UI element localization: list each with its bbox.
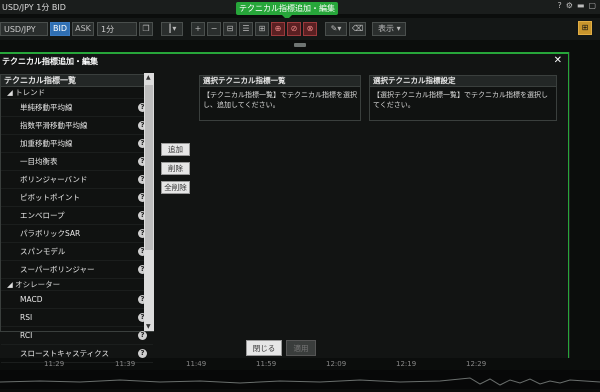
eraser-icon[interactable]: ⌫ — [349, 22, 367, 36]
indicator-label: MACD — [20, 295, 43, 304]
indicator-settings-panel: 選択テクニカル指標設定 【選択テクニカル指標一覧】でテクニカル指標を選択してくだ… — [369, 75, 557, 121]
list-icon[interactable]: ☰ — [239, 22, 253, 36]
close-dialog-button[interactable]: 閉じる — [246, 340, 282, 356]
indicator-label: 一目均衡表 — [20, 157, 58, 166]
scroll-down-icon[interactable]: ▼ — [146, 323, 151, 330]
time-tick: 12:19 — [396, 360, 417, 368]
tooltip: テクニカル指標追加・編集 — [236, 2, 338, 20]
indicator-label: スパンモデル — [20, 247, 66, 256]
indicator-list-panel: テクニカル指標一覧 ◢ トレンド 単純移動平均線? 指数平滑移動平均線? 加重移動平均… — [0, 73, 154, 363]
indicator-label: ボリンジャーバンド — [20, 175, 88, 184]
technical-dialog: テクニカル指標追加・編集 ✕ テクニカル指標一覧 ◢ トレンド 単純移動平均線? 指… — [0, 52, 569, 363]
chart-toolbar: USD/JPY BID ASK 1分 ❐ ┃▾ + − ⊟ ☰ ⊞ ⊕ ⊘ ⊗ … — [0, 18, 600, 40]
maximize-icon[interactable]: ▢ — [588, 1, 596, 10]
indicator-item[interactable]: エンベロープ? — [1, 207, 153, 225]
help-icon[interactable]: ? — [138, 349, 147, 358]
period-select[interactable]: 1分 — [97, 22, 137, 36]
copy-icon[interactable]: ❐ — [139, 22, 153, 36]
splitter-handle[interactable] — [294, 43, 306, 47]
minimize-icon[interactable]: ▬ — [577, 1, 585, 10]
price-axis — [569, 52, 600, 358]
list-scrollbar[interactable]: ▲ ▼ — [144, 73, 154, 331]
time-tick: 11:49 — [186, 360, 207, 368]
time-tick: 12:29 — [466, 360, 487, 368]
time-tick: 11:39 — [115, 360, 136, 368]
indicator-label: スーパーボリンジャー — [20, 265, 95, 274]
selected-indicator-panel: 選択テクニカル指標一覧 【テクニカル指標一覧】でテクニカル指標を選択し、追加して… — [199, 75, 361, 121]
indicator-category[interactable]: ◢ トレンド — [1, 87, 153, 99]
pen-icon[interactable]: ✎▾ — [325, 22, 347, 36]
indicator-label: 指数平滑移動平均線 — [20, 121, 88, 130]
indicator-label: ◢ オシレーター — [7, 280, 61, 289]
scroll-thumb[interactable] — [145, 85, 153, 250]
symbol-select[interactable]: USD/JPY — [0, 22, 48, 36]
window-title: USD/JPY 1分 BID — [2, 2, 66, 12]
add-button[interactable]: 追加 — [161, 143, 190, 156]
indicator-list: ◢ トレンド 単純移動平均線? 指数平滑移動平均線? 加重移動平均線? 一目均衡表? ボリ… — [1, 87, 153, 363]
zoom-in-icon[interactable]: + — [191, 22, 205, 36]
indicator-label: パラボリックSAR — [20, 229, 81, 238]
help-icon[interactable]: ? — [138, 331, 147, 340]
indicator-label: ◢ トレンド — [7, 88, 46, 97]
indicator-settings-header: 選択テクニカル指標設定 — [370, 76, 556, 87]
fit-icon[interactable]: ⊟ — [223, 22, 237, 36]
indicator-item[interactable]: RSI? — [1, 309, 153, 327]
indicator-item[interactable]: RCI? — [1, 327, 153, 345]
remove-button[interactable]: 削除 — [161, 162, 190, 175]
close-icon[interactable]: ✕ — [554, 55, 562, 66]
display-label: 表示 — [378, 24, 395, 33]
apply-button[interactable]: 適用 — [286, 340, 316, 356]
time-axis: 11:29 11:39 11:49 11:59 12:09 12:19 12:2… — [0, 358, 600, 370]
window-controls: ? ⚙ ▬ ▢ — [557, 1, 596, 10]
gear-icon[interactable]: ⚙ — [566, 1, 573, 10]
layout-icon[interactable]: ⊞ — [255, 22, 269, 36]
indicator-label: RCI — [20, 331, 33, 340]
indicator-label: エンベロープ — [20, 211, 65, 220]
technical-edit-icon[interactable]: ⊘ — [287, 22, 301, 36]
indicator-label: スローストキャスティクス — [20, 349, 109, 358]
sub-chart-line — [0, 377, 600, 386]
time-tick: 11:29 — [44, 360, 65, 368]
indicator-item[interactable]: スパンモデル? — [1, 243, 153, 261]
chart-type-icon[interactable]: ┃▾ — [161, 22, 183, 36]
technical-add-icon[interactable]: ⊕ — [271, 22, 285, 36]
bid-button[interactable]: BID — [50, 22, 70, 36]
indicator-item[interactable]: 指数平滑移動平均線? — [1, 117, 153, 135]
grid-icon[interactable]: ⊞ — [578, 21, 592, 35]
indicator-list-header: テクニカル指標一覧 — [1, 75, 153, 87]
indicator-item[interactable]: MACD? — [1, 291, 153, 309]
dialog-title: テクニカル指標追加・編集 — [2, 57, 98, 66]
selected-indicator-header: 選択テクニカル指標一覧 — [200, 76, 360, 87]
selected-indicator-message: 【テクニカル指標一覧】でテクニカル指標を選択し、追加してください。 — [203, 91, 357, 109]
time-tick: 12:09 — [326, 360, 347, 368]
display-select[interactable]: 表示 ▾ — [372, 22, 407, 36]
indicator-item[interactable]: パラボリックSAR? — [1, 225, 153, 243]
indicator-item[interactable]: スーパーボリンジャー? — [1, 261, 153, 279]
indicator-item[interactable]: 単純移動平均線? — [1, 99, 153, 117]
indicator-category[interactable]: ◢ オシレーター — [1, 279, 153, 291]
technical-remove-icon[interactable]: ⊗ — [303, 22, 317, 36]
time-tick: 11:59 — [256, 360, 277, 368]
indicator-item[interactable]: 加重移動平均線? — [1, 135, 153, 153]
zoom-out-icon[interactable]: − — [207, 22, 221, 36]
remove-all-button[interactable]: 全削除 — [161, 181, 190, 194]
scroll-up-icon[interactable]: ▲ — [146, 74, 151, 81]
indicator-label: RSI — [20, 313, 33, 322]
indicator-item[interactable]: ピボットポイント? — [1, 189, 153, 207]
sub-chart — [0, 370, 600, 389]
indicator-item[interactable]: 一目均衡表? — [1, 153, 153, 171]
ask-button[interactable]: ASK — [72, 22, 94, 36]
indicator-label: 単純移動平均線 — [20, 103, 73, 112]
indicator-label: 加重移動平均線 — [20, 139, 73, 148]
indicator-item[interactable]: ボリンジャーバンド? — [1, 171, 153, 189]
indicator-settings-message: 【選択テクニカル指標一覧】でテクニカル指標を選択してください。 — [373, 91, 548, 109]
help-icon[interactable]: ? — [557, 1, 561, 10]
indicator-label: ピボットポイント — [20, 193, 80, 202]
